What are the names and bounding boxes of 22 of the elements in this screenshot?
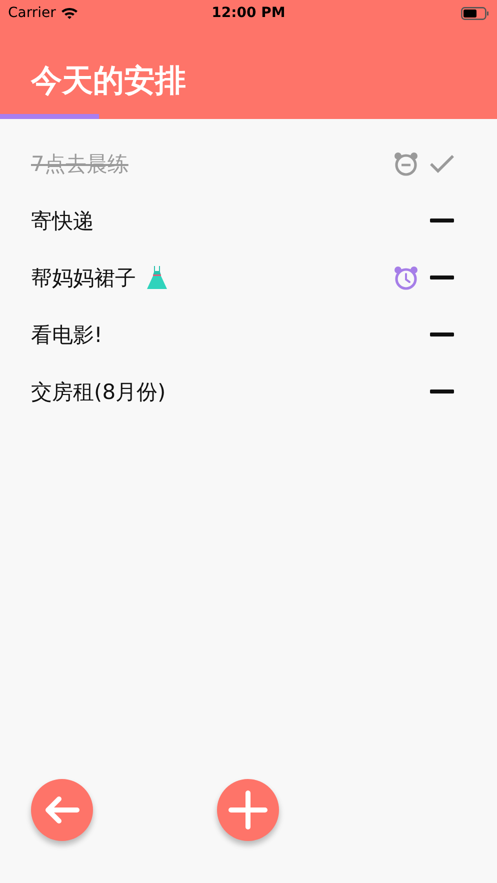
task-text: 看电影! (31, 322, 102, 348)
alarm-off-icon[interactable] (393, 150, 419, 176)
task-text: 交房租(8月份) (31, 378, 166, 406)
task-text: 寄快递 (31, 208, 94, 234)
minus-icon[interactable] (429, 275, 455, 280)
back-arrow-icon (44, 795, 80, 825)
alarm-clock-icon[interactable] (393, 264, 419, 290)
back-button[interactable] (31, 779, 93, 841)
add-button[interactable] (217, 779, 279, 841)
carrier-label: Carrier (8, 5, 56, 21)
minus-icon[interactable] (429, 332, 455, 337)
wifi-icon (60, 7, 78, 19)
dress-icon (146, 264, 168, 290)
page-title: 今天的安排 (30, 62, 187, 101)
clock-time: 12:00 PM (212, 5, 286, 21)
plus-icon (228, 790, 268, 830)
check-icon[interactable] (429, 154, 455, 174)
task-text: 帮妈妈裙子 (31, 264, 136, 292)
task-text: 7点去晨练 (31, 150, 128, 178)
minus-icon[interactable] (429, 218, 455, 223)
minus-icon[interactable] (429, 389, 455, 394)
battery-icon (461, 6, 489, 20)
